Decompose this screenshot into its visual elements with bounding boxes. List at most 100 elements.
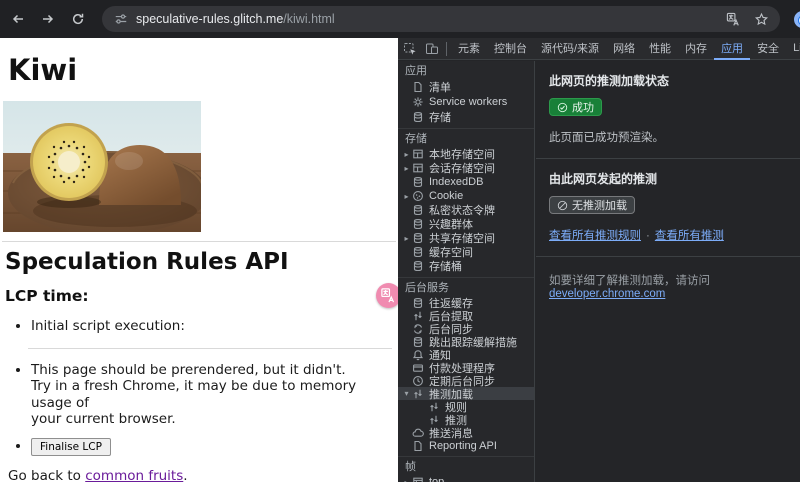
frame-icon [412, 476, 424, 482]
finalise-lcp-button[interactable]: Finalise LCP [31, 437, 111, 456]
sidebar-item-label: 会话存储空间 [429, 163, 495, 175]
sidebar-item-label: 清单 [429, 81, 451, 94]
chevron-right-icon[interactable]: ▸ [401, 478, 412, 482]
chevron-right-icon[interactable]: ▸ [401, 192, 412, 201]
database-icon [412, 246, 424, 258]
panel-divider [536, 256, 800, 257]
database-icon [412, 111, 424, 123]
finalise-lcp-item: Finalise LCP [31, 437, 398, 456]
site-info-icon[interactable] [112, 10, 130, 28]
table-icon [412, 148, 424, 160]
blocked-icon [557, 200, 568, 210]
chevron-down-icon[interactable]: ▾ [401, 389, 412, 398]
reload-button[interactable] [66, 7, 90, 31]
back-button[interactable] [6, 7, 30, 31]
tab-lighthouse[interactable]: Lighthouse [786, 38, 800, 60]
initial-script-item: Initial script execution: [31, 318, 398, 334]
url-path: /kiwi.html [283, 12, 335, 26]
sidebar-item-shared-storage[interactable]: ▸ 共享存储空间 [398, 231, 534, 245]
browser-toolbar: speculative-rules.glitch.me/kiwi.html [0, 0, 800, 38]
web-page: Kiwi Speculation Rules API LCP time: • I… [0, 38, 398, 482]
sidebar-item-label: Cookie [429, 190, 464, 202]
devtools-tabbar-tabs: 元素控制台源代码/来源网络性能内存应用安全Lighthouse [451, 38, 800, 60]
view-all-speculations-link[interactable]: 查看所有推测 [655, 230, 724, 242]
tab-memory[interactable]: 内存 [678, 38, 714, 60]
speculations-title: 由此网页发起的推测 [549, 172, 658, 186]
sw-icon [412, 96, 424, 108]
sidebar-item-cookies[interactable]: ▸ Cookie [398, 189, 534, 203]
bell-icon [412, 349, 424, 361]
sidebar-item-label: 存储 [429, 111, 451, 124]
extension-icon-blue[interactable] [794, 10, 800, 28]
developer-chrome-link[interactable]: developer.chrome.com [549, 288, 665, 300]
updown-icon [412, 388, 424, 400]
devtools-main-panel: 此网页的推测加载状态 成功 此页面已成功预渲染。 由此网页发起的推测 无推测加载… [536, 61, 800, 482]
status-title: 此网页的推测加载状态 [549, 74, 670, 88]
bookmark-star-icon[interactable] [752, 10, 770, 28]
sidebar-item-session-storage[interactable]: ▸ 会话存储空间 [398, 161, 534, 175]
lcp-list: Initial script execution: [8, 318, 398, 334]
sidebar-item-manifest[interactable]: 清单 [398, 79, 534, 94]
chevron-right-icon[interactable]: ▸ [401, 150, 412, 159]
chevron-right-icon[interactable]: ▸ [401, 234, 412, 243]
sync-icon [412, 323, 424, 335]
sidebar-item-bounce-tracking-mitigations[interactable]: 跳出跟踪缓解措施 [398, 335, 534, 349]
reload-icon [72, 13, 84, 25]
chevron-right-icon[interactable]: ▸ [401, 164, 412, 173]
sidebar-item-frame-top[interactable]: ▸ top [398, 475, 534, 482]
divider [28, 347, 392, 349]
sidebar-item-label: IndexedDB [429, 176, 484, 188]
inspect-element-icon[interactable] [400, 39, 420, 59]
view-all-rules-link[interactable]: 查看所有推测规则 [549, 230, 641, 242]
sidebar-item-local-storage[interactable]: ▸ 本地存储空间 [398, 147, 534, 161]
database-icon [412, 232, 424, 244]
sidebar-item-label: Reporting API [429, 439, 497, 452]
kiwi-photo [3, 101, 201, 232]
sidebar-item-service-workers[interactable]: Service workers [398, 94, 534, 109]
table-icon [412, 162, 424, 174]
sidebar-item-push-messaging[interactable]: 推送消息 [398, 426, 534, 440]
common-fruits-link[interactable]: common fruits [85, 468, 183, 482]
sidebar-item-interest-groups[interactable]: 兴趣群体 [398, 217, 534, 231]
file-icon [412, 440, 424, 452]
sidebar-item-indexeddb[interactable]: IndexedDB [398, 175, 534, 189]
status-badge: 成功 [549, 98, 602, 116]
url-bar[interactable]: speculative-rules.glitch.me/kiwi.html [102, 6, 780, 32]
toolbar-separator [446, 41, 447, 56]
sidebar-item-storage-buckets[interactable]: 存储桶 [398, 259, 534, 273]
forward-button[interactable] [36, 7, 60, 31]
translate-float-button[interactable] [376, 283, 398, 308]
clock-icon [412, 375, 424, 387]
card-icon [412, 362, 424, 374]
screen: speculative-rules.glitch.me/kiwi.html Ki… [0, 0, 800, 482]
database-icon [412, 297, 424, 309]
database-icon [412, 260, 424, 272]
file-icon [412, 81, 424, 93]
sidebar-section-header: 存储 [405, 133, 427, 145]
cookie-icon [412, 190, 424, 202]
learn-more-line: 如要详细了解推测加载，请访问 developer.chrome.com [549, 275, 710, 300]
sidebar-item-private-state-tokens[interactable]: 私密状态令牌 [398, 203, 534, 217]
tab-sources[interactable]: 源代码/来源 [534, 38, 606, 60]
sidebar-item-cache-storage[interactable]: 缓存空间 [398, 245, 534, 259]
section-heading: Speculation Rules API [5, 249, 289, 275]
tab-network[interactable]: 网络 [606, 38, 642, 60]
sidebar-item-storage[interactable]: 存储 [398, 109, 534, 124]
device-toolbar-icon[interactable] [422, 39, 442, 59]
translate-icon[interactable] [724, 10, 742, 28]
tab-performance[interactable]: 性能 [642, 38, 678, 60]
sidebar-item-reporting-api[interactable]: Reporting API [398, 439, 534, 452]
url-host: speculative-rules.glitch.me [136, 12, 284, 26]
cloud-icon [412, 427, 424, 439]
tab-console[interactable]: 控制台 [487, 38, 534, 60]
tab-application[interactable]: 应用 [714, 38, 751, 60]
url-text: speculative-rules.glitch.me/kiwi.html [136, 12, 714, 26]
updown-icon [412, 310, 424, 322]
devtools-tabbar: 元素控制台源代码/来源网络性能内存应用安全Lighthouse [398, 38, 800, 60]
tab-elements[interactable]: 元素 [451, 38, 487, 60]
check-circle-icon [557, 102, 568, 112]
divider [2, 241, 396, 242]
status-description: 此页面已成功预渲染。 [549, 132, 664, 144]
tab-security[interactable]: 安全 [750, 38, 786, 60]
translate-glyph-icon [381, 288, 395, 303]
